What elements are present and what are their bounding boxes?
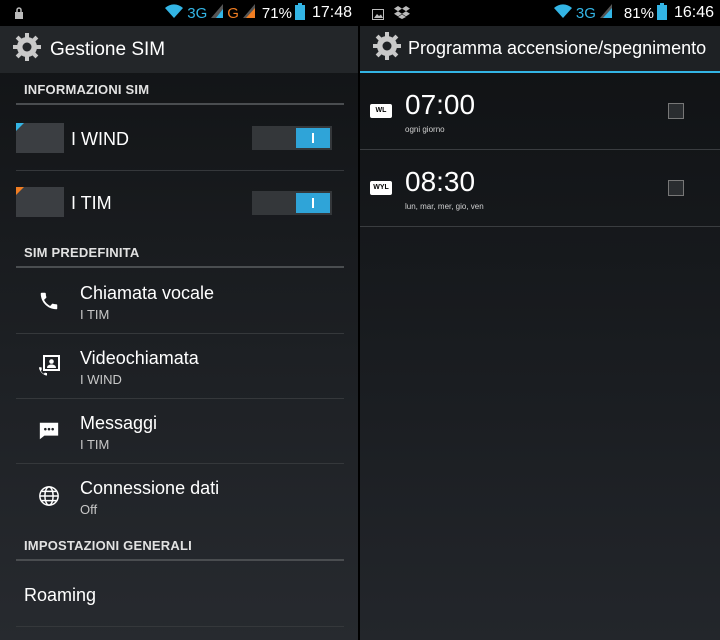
section-header-sim-info: INFORMAZIONI SIM [16,73,344,105]
schedule-checkbox[interactable] [668,180,684,196]
roaming-row[interactable]: Roaming [16,563,344,627]
lock-icon [14,6,24,23]
section-header-general-settings: IMPOSTAZIONI GENERALI [16,529,344,561]
schedule-checkbox[interactable] [668,103,684,119]
roaming-label: Roaming [24,585,97,605]
pref-row-data-connection[interactable]: Connessione dati Off [16,464,344,528]
sim-card-icon [16,187,64,217]
gear-icon[interactable] [372,31,402,66]
power-schedule-screen: 3G 81% 16:46 Programma accensione/spegni… [360,0,720,640]
battery-icon [294,2,305,24]
signal-icon-2 [242,3,256,23]
sim-card-icon [16,123,64,153]
power-off-badge: WYL [370,181,392,195]
pref-title: Chiamata vocale [80,283,215,303]
schedule-days: lun, mar, mer, gio, ven [405,202,484,211]
gear-icon[interactable] [12,32,42,67]
clock: 16:46 [673,4,714,21]
schedule-time: 07:00 [405,89,476,120]
sim-row-tim[interactable]: I TIM [16,171,344,237]
schedule-row[interactable]: WL 07:00 ogni giorno [360,73,720,150]
status-bar: 3G 81% 16:46 [360,0,720,26]
battery-percent: 71% [261,4,292,22]
page-title: Programma accensione/spegnimento [408,38,707,58]
section-header-default-sim: SIM PREDEFINITA [16,236,344,268]
sim-label: I TIM [71,193,112,213]
phone-icon [36,288,62,314]
pref-row-messages[interactable]: Messaggi I TIM [16,399,344,464]
wifi-icon [164,3,184,23]
schedule-days: ogni giorno [405,125,445,134]
message-icon [36,418,62,444]
network-type-label: 3G [575,4,596,22]
network-type-label-2: G [227,4,239,22]
battery-percent: 81% [623,4,654,22]
globe-icon [36,483,62,509]
network-type-label: 3G [187,4,208,22]
toggle-knob [296,128,330,148]
schedule-row[interactable]: WYL 08:30 lun, mar, mer, gio, ven [360,150,720,227]
toggle-knob [296,193,330,213]
pref-title: Videochiamata [80,348,199,368]
battery-icon [656,2,667,24]
sim-toggle-switch[interactable] [252,126,332,150]
pref-title: Connessione dati [80,478,220,498]
schedule-time: 08:30 [405,166,476,197]
wifi-icon [553,3,573,23]
sim-row-wind[interactable]: I WIND [16,107,344,171]
signal-icon [210,3,224,23]
pref-title: Messaggi [80,413,158,433]
clock: 17:48 [311,4,352,21]
pref-value: I WIND [80,372,122,387]
pref-value: I TIM [80,307,110,322]
status-bar: 3G G 71% 17:48 [0,0,358,26]
sim-management-screen: 3G G 71% 17:48 Gestione SIM INFORMAZIONI… [0,0,358,640]
sim-toggle-switch[interactable] [252,191,332,215]
image-notification-icon [372,7,384,24]
signal-icon [599,3,613,23]
pref-row-voice-call[interactable]: Chiamata vocale I TIM [16,269,344,334]
sim-label: I WIND [71,129,129,149]
video-call-icon [36,353,62,379]
pref-row-video-call[interactable]: Videochiamata I WIND [16,334,344,399]
pref-value: I TIM [80,437,110,452]
pref-value: Off [80,502,98,517]
action-bar: Programma accensione/spegnimento [360,26,720,73]
dropbox-icon [394,6,410,23]
action-bar: Gestione SIM [0,26,358,73]
page-title: Gestione SIM [50,38,166,60]
power-on-badge: WL [370,104,392,118]
